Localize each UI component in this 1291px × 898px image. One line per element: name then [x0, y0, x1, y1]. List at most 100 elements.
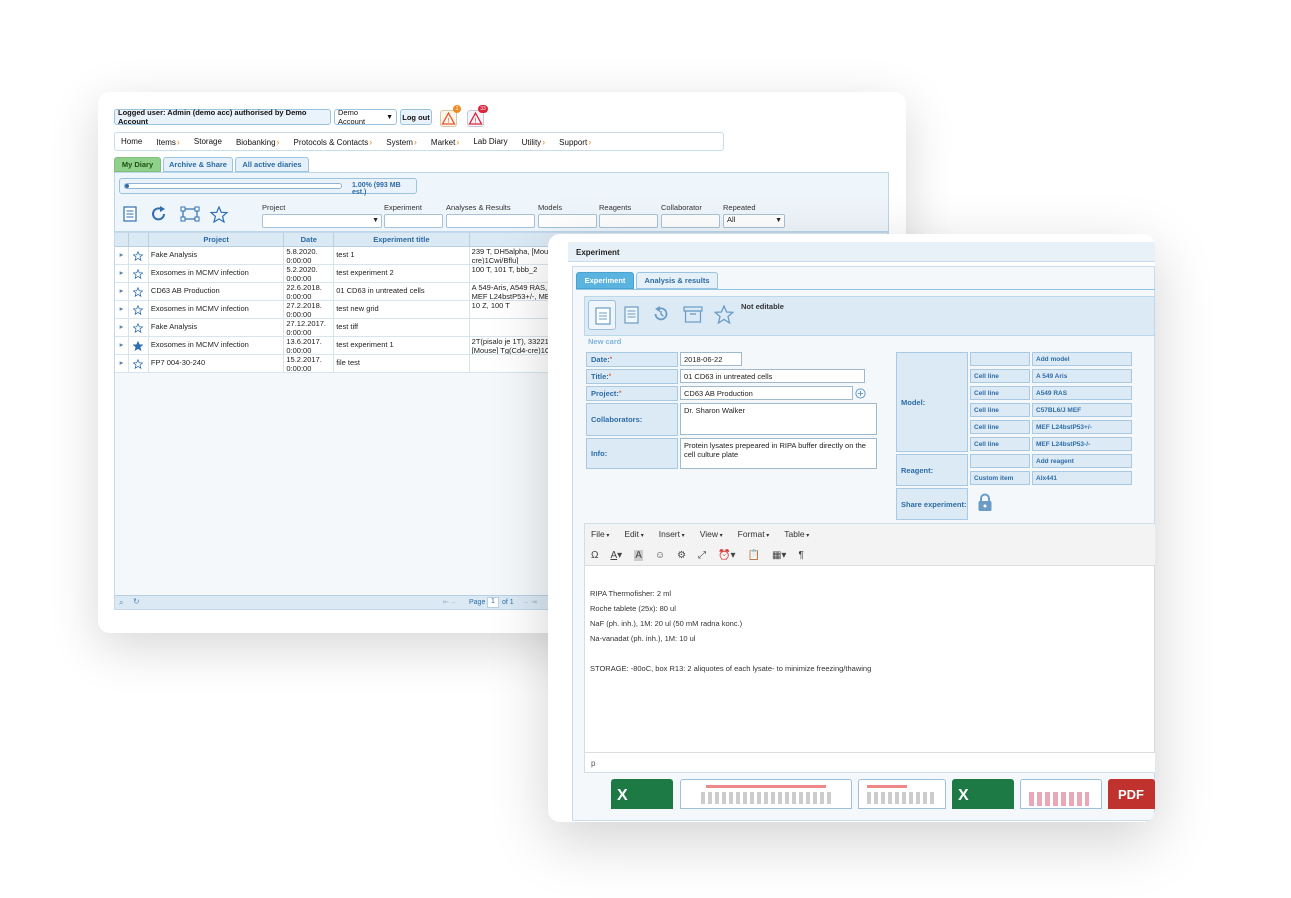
- pager-first-prev-icon[interactable]: ⇤ ←: [443, 598, 458, 606]
- expand-row-icon[interactable]: ▸: [115, 319, 129, 336]
- add-circle-icon[interactable]: [855, 388, 866, 399]
- menu-table[interactable]: Table: [784, 529, 809, 539]
- date-field[interactable]: 2018-06-22: [680, 352, 742, 366]
- add-reagent-button[interactable]: Add reagent: [1032, 454, 1132, 468]
- tab-my-diary[interactable]: My Diary: [114, 157, 161, 172]
- model-name[interactable]: C57BL6/J MEF: [1032, 403, 1132, 417]
- paragraph-icon[interactable]: ¶: [798, 550, 803, 561]
- expand-row-icon[interactable]: ▸: [115, 355, 129, 372]
- menu-edit[interactable]: Edit: [624, 529, 643, 539]
- chevron-down-icon: ▼: [775, 217, 782, 224]
- nav-market[interactable]: Market: [431, 137, 459, 147]
- nav-storage[interactable]: Storage: [194, 137, 222, 146]
- nav-home[interactable]: Home: [121, 137, 142, 146]
- image-thumbnail[interactable]: [1020, 779, 1102, 809]
- grid-header-project[interactable]: Project: [149, 233, 285, 246]
- tab-experiment[interactable]: Experiment: [576, 272, 634, 289]
- model-name[interactable]: MEF L24bstP53+/-: [1032, 420, 1132, 434]
- favorite-star-icon[interactable]: [210, 206, 228, 223]
- text-color-icon[interactable]: A▾: [610, 550, 622, 561]
- account-select[interactable]: Demo Account ▼: [334, 108, 397, 126]
- row-star-icon[interactable]: [129, 319, 149, 336]
- document-thumbnail[interactable]: [858, 779, 946, 809]
- grid-header-star: [129, 233, 149, 246]
- pager-page-input[interactable]: 1: [487, 597, 499, 608]
- alarm-icon[interactable]: ⏰▾: [718, 550, 735, 561]
- menu-insert[interactable]: Insert: [659, 529, 685, 539]
- reagent-name[interactable]: Alx441: [1032, 471, 1132, 485]
- copy-document-icon[interactable]: [624, 306, 640, 324]
- warning-alert-button[interactable]: ! 1: [440, 105, 461, 127]
- grid-header-date[interactable]: Date: [284, 233, 335, 246]
- grid-header-title[interactable]: Experiment title: [334, 233, 470, 246]
- add-model-button[interactable]: Add model: [1032, 352, 1132, 366]
- model-name[interactable]: MEF L24bstP53-/-: [1032, 437, 1132, 451]
- pager-next-last-icon[interactable]: → ⇥: [522, 598, 537, 606]
- editor-format-bar: Ω A▾ A ☺ ⚙ ⤢ ⏰▾ 📋 ▦▾ ¶: [591, 550, 804, 561]
- table-icon[interactable]: ▦▾: [772, 550, 786, 561]
- model-name[interactable]: A549 RAS: [1032, 386, 1132, 400]
- merge-select-icon[interactable]: [180, 206, 202, 222]
- menu-view[interactable]: View: [700, 529, 723, 539]
- favorite-star-icon[interactable]: [714, 305, 734, 324]
- excel-file-thumbnail[interactable]: X: [952, 779, 1014, 809]
- model-add-spacer: [970, 352, 1030, 366]
- row-star-icon[interactable]: [129, 337, 149, 354]
- expand-row-icon[interactable]: ▸: [115, 337, 129, 354]
- filter-repeated-select[interactable]: All ▼: [723, 214, 785, 228]
- row-star-icon[interactable]: [129, 265, 149, 282]
- nav-protocols-contacts[interactable]: Protocols & Contacts: [294, 137, 373, 147]
- nav-system[interactable]: System: [386, 137, 417, 147]
- expand-row-icon[interactable]: ▸: [115, 301, 129, 318]
- nav-items[interactable]: Items: [156, 137, 180, 147]
- model-name[interactable]: A 549 Aris: [1032, 369, 1132, 383]
- card-view-button[interactable]: [588, 300, 616, 330]
- paste-icon[interactable]: 📋: [748, 550, 760, 561]
- lock-icon[interactable]: [977, 493, 993, 512]
- filter-reagents-input[interactable]: [599, 214, 658, 228]
- background-color-icon[interactable]: A: [634, 550, 643, 561]
- nav-biobanking[interactable]: Biobanking: [236, 137, 280, 147]
- refresh-icon[interactable]: [150, 205, 168, 223]
- fullscreen-icon[interactable]: ⤢: [698, 550, 706, 561]
- pdf-file-thumbnail[interactable]: PDF: [1108, 779, 1155, 809]
- document-thumbnail[interactable]: [680, 779, 852, 809]
- info-field[interactable]: Protein lysates prepeared in RIPA buffer…: [680, 438, 877, 469]
- new-document-icon[interactable]: [123, 206, 137, 222]
- search-icon[interactable]: ⌕: [119, 598, 123, 608]
- expand-row-icon[interactable]: ▸: [115, 247, 129, 264]
- nav-lab-diary[interactable]: Lab Diary: [473, 137, 507, 146]
- project-field[interactable]: CD63 AB Production: [680, 386, 853, 400]
- settings-gear-icon[interactable]: ⚙: [677, 550, 686, 561]
- row-star-icon[interactable]: [129, 301, 149, 318]
- nav-support[interactable]: Support: [559, 137, 591, 147]
- filter-experiment-input[interactable]: [384, 214, 443, 228]
- reload-icon[interactable]: ↻: [133, 597, 140, 606]
- logout-button[interactable]: Log out: [400, 109, 432, 125]
- menu-file[interactable]: File: [591, 529, 609, 539]
- document-preview-text: [867, 792, 937, 804]
- row-star-icon[interactable]: [129, 283, 149, 300]
- error-alert-button[interactable]: ! 33: [467, 105, 488, 127]
- expand-row-icon[interactable]: ▸: [115, 283, 129, 300]
- expand-row-icon[interactable]: ▸: [115, 265, 129, 282]
- filter-models-input[interactable]: [538, 214, 597, 228]
- row-star-icon[interactable]: [129, 355, 149, 372]
- filter-project-select[interactable]: ▼: [262, 214, 382, 228]
- archive-icon[interactable]: [683, 306, 703, 323]
- nav-utility[interactable]: Utility: [522, 137, 546, 147]
- title-field[interactable]: 01 CD63 in untreated cells: [680, 369, 865, 383]
- history-icon[interactable]: [652, 305, 670, 323]
- menu-format[interactable]: Format: [738, 529, 770, 539]
- tab-archive-share[interactable]: Archive & Share: [163, 157, 233, 172]
- filter-collaborator-input[interactable]: [661, 214, 720, 228]
- date-label: Date: *: [586, 352, 678, 367]
- excel-file-thumbnail[interactable]: X: [611, 779, 673, 809]
- special-character-icon[interactable]: Ω: [591, 550, 598, 561]
- filter-analyses-input[interactable]: [446, 214, 535, 228]
- collaborators-field[interactable]: Dr. Sharon Walker: [680, 403, 877, 435]
- tab-all-active-diaries[interactable]: All active diaries: [235, 157, 309, 172]
- row-star-icon[interactable]: [129, 247, 149, 264]
- emoticon-icon[interactable]: ☺: [655, 550, 665, 561]
- tab-analysis-results[interactable]: Analysis & results: [636, 272, 718, 289]
